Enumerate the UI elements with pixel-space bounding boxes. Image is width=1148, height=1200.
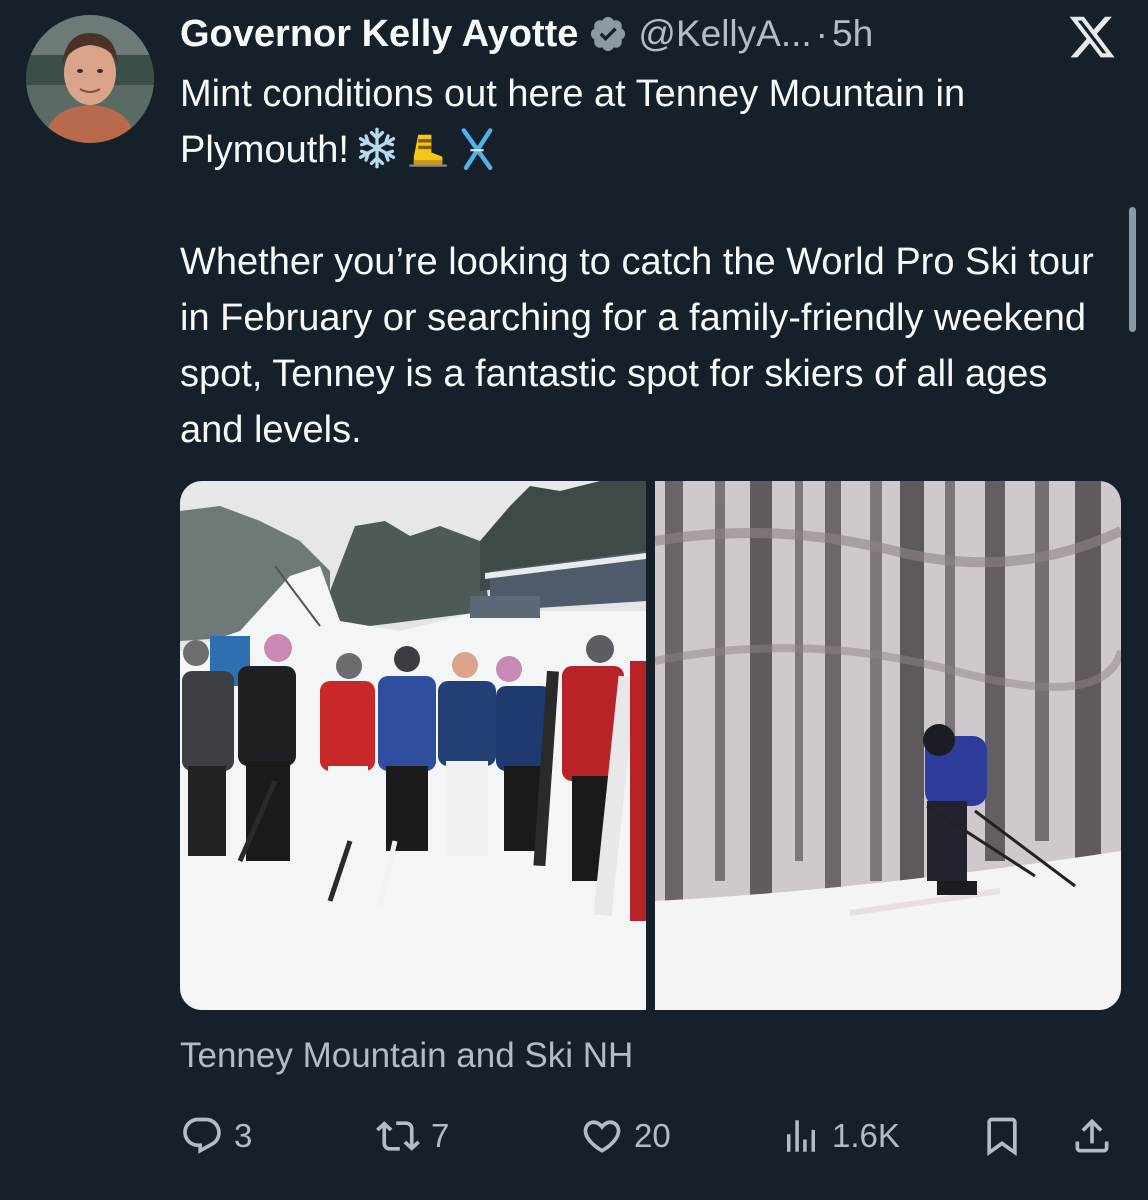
snowflake-emoji xyxy=(358,127,396,169)
views-count: 1.6K xyxy=(832,1117,900,1154)
reply-icon xyxy=(183,1117,221,1154)
scrollbar-thumb[interactable] xyxy=(1129,207,1136,332)
ski-boot-emoji xyxy=(409,134,447,167)
tweet-text: Mint conditions out here at Tenney Mount… xyxy=(180,66,1115,458)
media-photo-skier[interactable] xyxy=(655,481,1121,1010)
reply-button[interactable]: 3 xyxy=(180,1108,252,1164)
tweet-header: Governor Kelly Ayotte @KellyA... · 5h xyxy=(180,10,1068,58)
avatar[interactable] xyxy=(26,15,154,143)
heart-icon xyxy=(583,1120,621,1153)
media-grid xyxy=(180,481,1121,1010)
skis-emoji xyxy=(461,128,493,170)
tweet: Governor Kelly Ayotte @KellyA... · 5h Mi… xyxy=(0,0,1148,1200)
avatar-image xyxy=(26,15,154,143)
share-icon xyxy=(1075,1118,1109,1153)
repost-icon xyxy=(376,1121,420,1151)
bookmark-button[interactable] xyxy=(980,1108,1024,1164)
group-skiers-photo xyxy=(180,481,646,1010)
like-count: 20 xyxy=(634,1117,671,1154)
timestamp[interactable]: 5h xyxy=(832,13,873,55)
x-logo-icon xyxy=(1069,16,1115,58)
action-bar: 3 7 20 1.6K xyxy=(180,1108,1120,1164)
share-button[interactable] xyxy=(1070,1108,1114,1164)
media-attribution[interactable]: Tenney Mountain and Ski NH xyxy=(180,1036,633,1076)
reply-count: 3 xyxy=(234,1117,253,1154)
display-name[interactable]: Governor Kelly Ayotte xyxy=(180,13,578,56)
tweet-paragraph-2: Whether you’re looking to catch the Worl… xyxy=(180,241,1094,451)
views-chart-icon xyxy=(787,1120,815,1152)
media-divider xyxy=(646,481,655,1010)
views-button[interactable]: 1.6K xyxy=(780,1108,900,1164)
separator-dot: · xyxy=(815,13,828,54)
verified-badge-icon[interactable] xyxy=(588,14,628,54)
tweet-text-line-1: Mint conditions out here at Tenney Mount… xyxy=(180,73,966,171)
like-button[interactable]: 20 xyxy=(580,1108,671,1164)
user-handle[interactable]: @KellyA... xyxy=(638,13,811,55)
repost-count: 7 xyxy=(431,1117,450,1154)
bookmark-icon xyxy=(987,1117,1017,1157)
skier-photo xyxy=(655,481,1121,1010)
repost-button[interactable]: 7 xyxy=(375,1108,449,1164)
media-photo-group-skiers[interactable] xyxy=(180,481,646,1010)
tweet-paragraph-1: Mint conditions out here at Tenney Mount… xyxy=(180,66,1115,178)
